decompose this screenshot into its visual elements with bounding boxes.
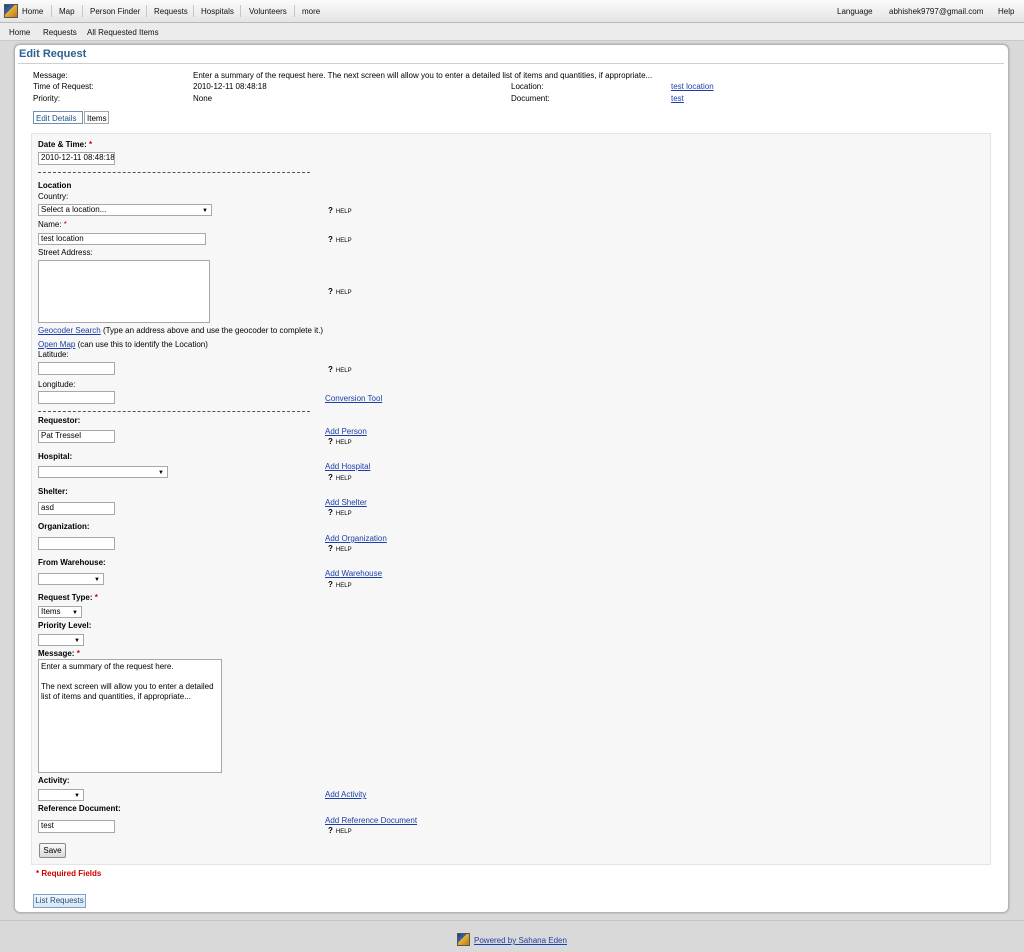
hospital-label: Hospital: (38, 452, 73, 461)
nav-volunteers[interactable]: Volunteers (249, 7, 287, 16)
street-address-label: Street Address: (38, 248, 93, 257)
add-warehouse-link[interactable]: Add Warehouse (325, 569, 382, 578)
summary-priority-value: None (193, 94, 213, 103)
nav-divider (146, 5, 147, 17)
message-textarea[interactable]: Enter a summary of the request here. The… (38, 659, 222, 773)
hospital-select[interactable] (38, 466, 168, 478)
sub-navbar: Home Requests All Requested Items (0, 23, 1024, 41)
sahana-footer-logo-icon (457, 933, 470, 946)
street-address-textarea[interactable] (38, 260, 210, 323)
shelter-label: Shelter: (38, 487, 68, 496)
tab-items[interactable]: Items (84, 111, 109, 124)
nav-divider (82, 5, 83, 17)
geocoder-search-link[interactable]: Geocoder Search (38, 326, 101, 335)
warehouse-help[interactable]: ? HELP (328, 580, 352, 589)
nav-divider (51, 5, 52, 17)
nav-home[interactable]: Home (22, 7, 43, 16)
shelter-help[interactable]: ? HELP (328, 508, 352, 517)
list-requests-button[interactable]: List Requests (33, 894, 86, 908)
save-button[interactable]: Save (39, 843, 66, 858)
nav-requests[interactable]: Requests (154, 7, 188, 16)
warehouse-select[interactable] (38, 573, 104, 585)
request-type-select[interactable]: Items (38, 606, 82, 618)
summary-document-link[interactable]: test (671, 94, 684, 103)
top-navbar: Home Map Person Finder Requests Hospital… (0, 0, 1024, 23)
summary-location-label: Location: (511, 82, 544, 91)
add-person-link[interactable]: Add Person (325, 427, 367, 436)
name-label: Name: * (38, 220, 67, 229)
reference-document-label: Reference Document: (38, 804, 121, 813)
subnav-requests[interactable]: Requests (43, 28, 77, 37)
reference-document-input[interactable]: test (38, 820, 115, 833)
longitude-input[interactable] (38, 391, 115, 404)
requestor-input[interactable]: Pat Tressel (38, 430, 115, 443)
add-organization-link[interactable]: Add Organization (325, 534, 387, 543)
datetime-label: Date & Time: * (38, 140, 93, 149)
summary-document-label: Document: (511, 94, 550, 103)
reference-document-help[interactable]: ? HELP (328, 826, 352, 835)
nav-language[interactable]: Language (837, 7, 873, 16)
organization-input[interactable] (38, 537, 115, 550)
add-hospital-link[interactable]: Add Hospital (325, 462, 370, 471)
priority-level-select[interactable] (38, 634, 84, 646)
section-divider (38, 172, 310, 173)
nav-person-finder[interactable]: Person Finder (90, 7, 140, 16)
nav-map[interactable]: Map (59, 7, 75, 16)
request-type-label: Request Type: * (38, 593, 98, 602)
nav-divider (240, 5, 241, 17)
datetime-input[interactable]: 2010-12-11 08:48:18 (38, 152, 115, 165)
latitude-help[interactable]: ? HELP (328, 365, 352, 374)
country-label: Country: (38, 192, 69, 201)
add-activity-link[interactable]: Add Activity (325, 790, 366, 799)
shelter-input[interactable]: asd (38, 502, 115, 515)
page-title: Edit Request (19, 48, 87, 60)
summary-priority-label: Priority: (33, 94, 61, 103)
nav-divider (294, 5, 295, 17)
summary-message-label: Message: (33, 71, 68, 80)
requestor-label: Requestor: (38, 416, 81, 425)
activity-select[interactable] (38, 789, 84, 801)
latitude-input[interactable] (38, 362, 115, 375)
nav-divider (193, 5, 194, 17)
summary-message-value: Enter a summary of the request here. The… (193, 71, 653, 80)
section-divider (38, 411, 310, 412)
powered-by-link[interactable]: Powered by Sahana Eden (474, 936, 567, 945)
add-reference-document-link[interactable]: Add Reference Document (325, 816, 417, 825)
organization-label: Organization: (38, 522, 90, 531)
country-help[interactable]: ? HELP (328, 206, 352, 215)
message-label: Message: * (38, 649, 80, 658)
warehouse-label: From Warehouse: (38, 558, 106, 567)
subnav-all-requested-items[interactable]: All Requested Items (87, 28, 159, 37)
location-heading: Location (38, 181, 72, 190)
latitude-label: Latitude: (38, 350, 69, 359)
add-shelter-link[interactable]: Add Shelter (325, 498, 367, 507)
nav-user-email[interactable]: abhishek9797@gmail.com (889, 7, 983, 16)
sahana-logo-icon[interactable] (4, 4, 18, 18)
country-select[interactable]: Select a location... (38, 204, 212, 216)
street-address-help[interactable]: ? HELP (328, 287, 352, 296)
nav-hospitals[interactable]: Hospitals (201, 7, 234, 16)
priority-level-label: Priority Level: (38, 621, 92, 630)
summary-location-link[interactable]: test location (671, 82, 714, 91)
conversion-tool-link[interactable]: Conversion Tool (325, 394, 382, 403)
name-help[interactable]: ? HELP (328, 235, 352, 244)
open-map-link[interactable]: Open Map (38, 340, 75, 349)
organization-help[interactable]: ? HELP (328, 544, 352, 553)
open-map-row: Open Map (can use this to identify the L… (38, 340, 208, 349)
required-fields-note: * Required Fields (36, 869, 102, 878)
title-divider (18, 63, 1004, 64)
summary-time-label: Time of Request: (33, 82, 94, 91)
nav-help[interactable]: Help (998, 7, 1014, 16)
requestor-help[interactable]: ? HELP (328, 437, 352, 446)
hospital-help[interactable]: ? HELP (328, 473, 352, 482)
subnav-home[interactable]: Home (9, 28, 30, 37)
tab-edit-details[interactable]: Edit Details (33, 111, 83, 124)
activity-label: Activity: (38, 776, 70, 785)
nav-more[interactable]: more (302, 7, 320, 16)
location-name-input[interactable]: test location (38, 233, 206, 245)
geocoder-row: Geocoder Search (Type an address above a… (38, 326, 324, 335)
longitude-label: Longitude: (38, 380, 76, 389)
summary-time-value: 2010-12-11 08:48:18 (193, 82, 267, 91)
